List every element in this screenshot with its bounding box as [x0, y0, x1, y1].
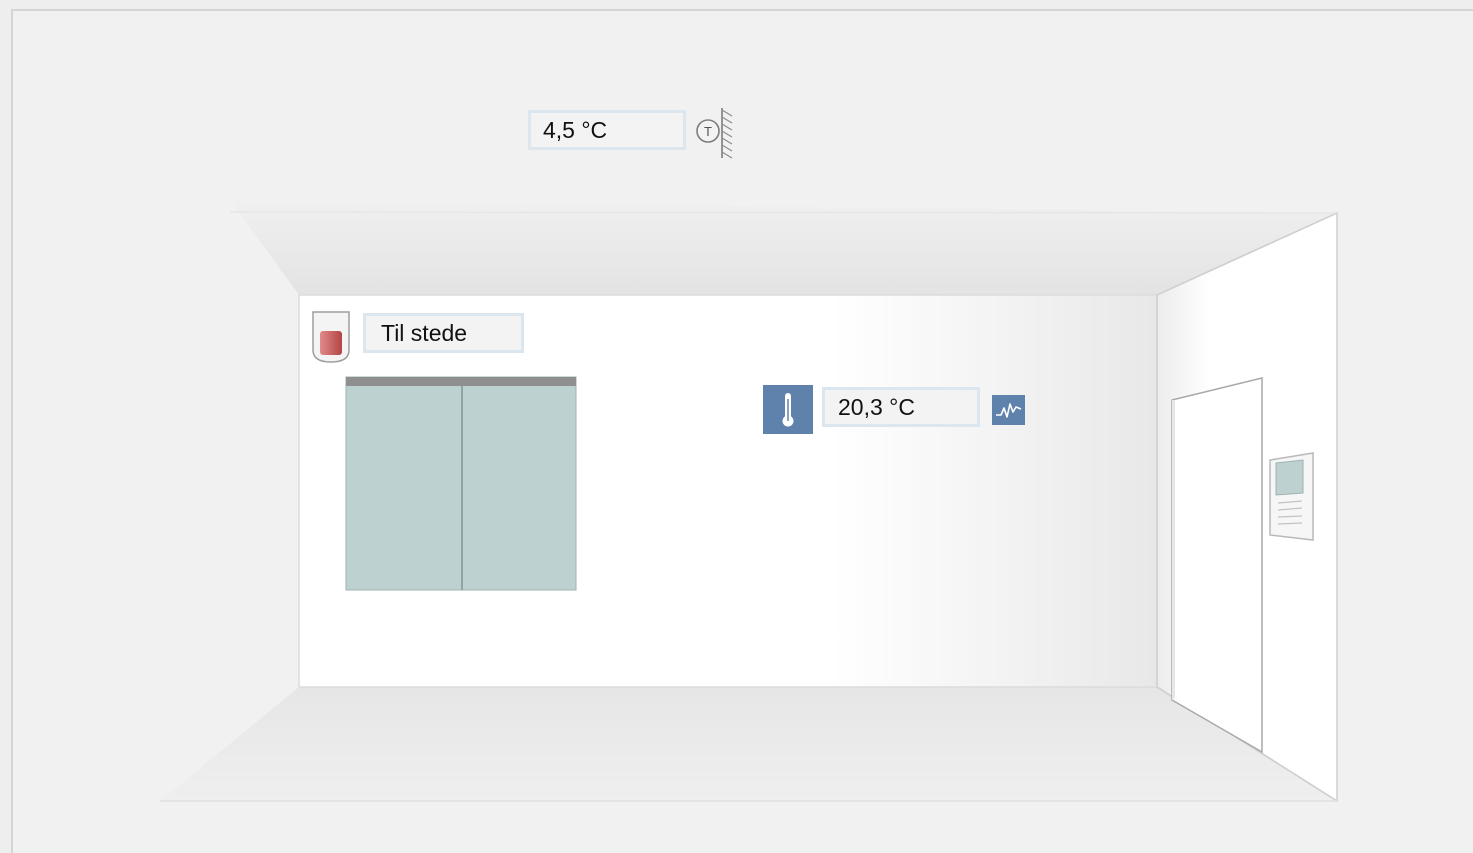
room-illustration: T	[160, 108, 1338, 803]
presence-status-value: Til stede	[363, 313, 524, 353]
room-floor	[160, 687, 1337, 801]
svg-text:T: T	[704, 124, 712, 139]
room-ceiling	[230, 200, 1337, 295]
window	[345, 376, 577, 591]
outdoor-temperature-sensor-icon: T	[696, 108, 733, 159]
indoor-temperature-value: 20,3 °C	[822, 387, 980, 427]
trend-chart-icon	[996, 403, 1022, 418]
outdoor-temperature-value: 4,5 °C	[528, 110, 686, 150]
door	[1171, 377, 1263, 754]
room-operator-unit-icon	[1269, 452, 1314, 541]
trend-button[interactable]	[992, 395, 1025, 425]
presence-detector-icon	[312, 311, 350, 363]
thermometer-icon	[782, 393, 794, 427]
thermometer-button[interactable]	[763, 385, 813, 434]
